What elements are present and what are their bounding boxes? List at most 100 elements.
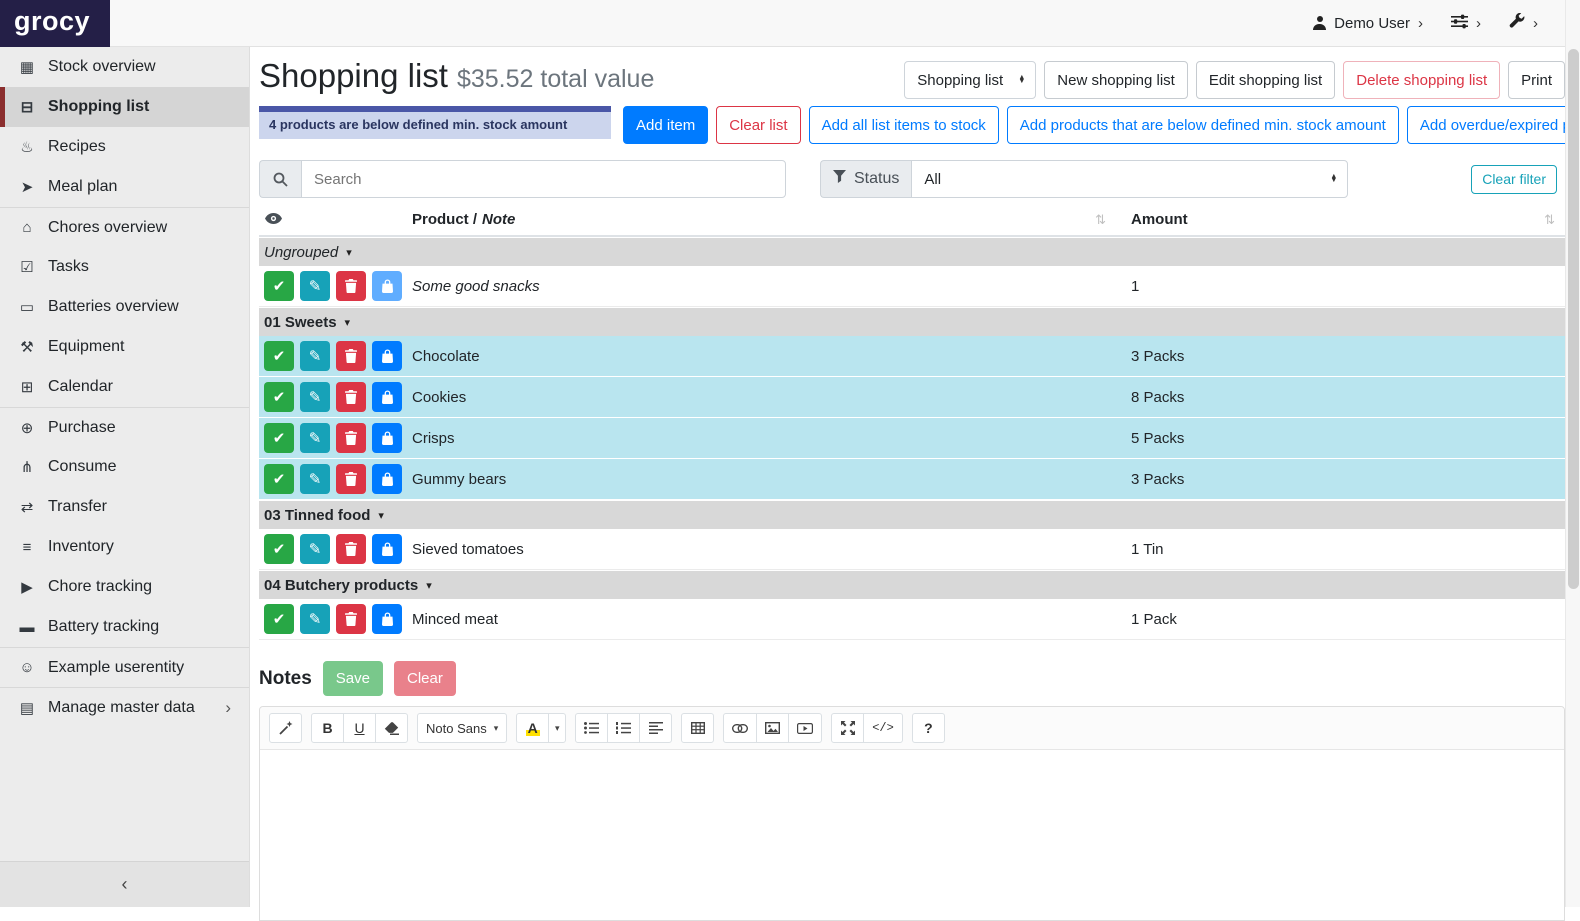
print-button[interactable]: Print (1508, 61, 1565, 99)
add-item-button[interactable]: Add item (623, 106, 708, 144)
delete-item-button[interactable] (336, 382, 366, 412)
notes-editor-area[interactable] (260, 750, 1564, 920)
edit-item-button[interactable]: ✎ (300, 423, 330, 453)
sidebar-item-example-userentity[interactable]: ☺ Example userentity (0, 647, 249, 687)
help-button[interactable]: ? (912, 713, 945, 743)
new-shopping-list-button[interactable]: New shopping list (1044, 61, 1188, 99)
font-family-dropdown[interactable]: Noto Sans▾ (417, 713, 507, 743)
text-color-dropdown[interactable]: ▾ (548, 713, 566, 743)
user-menu[interactable]: Demo User › (1313, 15, 1423, 32)
sort-icon[interactable]: ⇅ (1095, 212, 1128, 228)
clear-formatting-button[interactable] (375, 713, 408, 743)
style-magic-button[interactable] (269, 713, 302, 743)
product-column-header[interactable]: Product / Note ⇅ (409, 211, 1128, 228)
delete-item-button[interactable] (336, 423, 366, 453)
page-scrollbar[interactable] (1565, 0, 1580, 907)
edit-item-button[interactable]: ✎ (300, 534, 330, 564)
sidebar-item-battery-tracking[interactable]: ▬ Battery tracking (0, 607, 249, 647)
list-action-buttons: Add item Clear list Add all list items t… (623, 106, 1580, 144)
product-card-button[interactable] (372, 271, 402, 301)
insert-table-button[interactable] (681, 713, 714, 743)
add-overdue-button[interactable]: Add overdue/expired products (1407, 106, 1580, 144)
sidebar-item-inventory[interactable]: ≡ Inventory (0, 527, 249, 567)
sort-icon[interactable]: ⇅ (1544, 212, 1565, 228)
underline-button[interactable]: U (343, 713, 376, 743)
mark-done-button[interactable]: ✔ (264, 271, 294, 301)
add-below-min-stock-button[interactable]: Add products that are below defined min.… (1007, 106, 1399, 144)
delete-item-button[interactable] (336, 534, 366, 564)
delete-item-button[interactable] (336, 604, 366, 634)
mark-done-button[interactable]: ✔ (264, 534, 294, 564)
group-row-tinned-food[interactable]: 03 Tinned food ▾ (259, 501, 1565, 529)
sidebar-collapse-button[interactable]: ‹ (0, 861, 249, 907)
sidebar-item-consume[interactable]: ⋔ Consume (0, 447, 249, 487)
mark-done-button[interactable]: ✔ (264, 341, 294, 371)
product-card-button[interactable] (372, 604, 402, 634)
sidebar-item-stock-overview[interactable]: ▦ Stock overview (0, 47, 249, 87)
grocy-logo[interactable]: grocy (0, 0, 110, 47)
delete-item-button[interactable] (336, 464, 366, 494)
sidebar-item-transfer[interactable]: ⇄ Transfer (0, 487, 249, 527)
mark-done-button[interactable]: ✔ (264, 604, 294, 634)
sidebar-item-purchase[interactable]: ⊕ Purchase (0, 407, 249, 447)
ordered-list-button[interactable] (607, 713, 640, 743)
sidebar-item-meal-plan[interactable]: ➤ Meal plan (0, 167, 249, 207)
product-card-button[interactable] (372, 382, 402, 412)
product-card-button[interactable] (372, 464, 402, 494)
add-all-to-stock-button[interactable]: Add all list items to stock (809, 106, 999, 144)
notes-clear-button[interactable]: Clear (394, 661, 456, 696)
clear-list-button[interactable]: Clear list (716, 106, 800, 144)
edit-item-button[interactable]: ✎ (300, 382, 330, 412)
shopping-list-select[interactable]: Shopping list ▲▼ (904, 61, 1036, 99)
sidebar-item-chores-overview[interactable]: ⌂ Chores overview (0, 207, 249, 247)
pencil-icon: ✎ (309, 429, 322, 447)
edit-item-button[interactable]: ✎ (300, 464, 330, 494)
code-view-button[interactable]: </> (863, 713, 903, 743)
picture-icon (765, 722, 780, 734)
sidebar-item-manage-master-data[interactable]: ▤ Manage master data › (0, 687, 249, 727)
sidebar-item-label: Chore tracking (48, 578, 152, 596)
sidebar-item-equipment[interactable]: ⚒ Equipment (0, 327, 249, 367)
sidebar-item-chore-tracking[interactable]: ▶ Chore tracking (0, 567, 249, 607)
sidebar-item-calendar[interactable]: ⊞ Calendar (0, 367, 249, 407)
unordered-list-button[interactable] (575, 713, 608, 743)
sidebar-item-tasks[interactable]: ☑ Tasks (0, 247, 249, 287)
group-row-butchery-products[interactable]: 04 Butchery products ▾ (259, 571, 1565, 599)
check-icon: ✔ (273, 429, 286, 447)
insert-link-button[interactable] (723, 713, 757, 743)
text-color-button[interactable]: A (516, 713, 549, 743)
mark-done-button[interactable]: ✔ (264, 423, 294, 453)
product-card-button[interactable] (372, 341, 402, 371)
group-row-ungrouped[interactable]: Ungrouped ▾ (259, 238, 1565, 266)
notes-save-button[interactable]: Save (323, 661, 383, 696)
group-row-sweets[interactable]: 01 Sweets ▾ (259, 308, 1565, 336)
insert-picture-button[interactable] (756, 713, 789, 743)
search-input[interactable] (301, 160, 786, 198)
edit-item-button[interactable]: ✎ (300, 604, 330, 634)
delete-item-button[interactable] (336, 271, 366, 301)
mark-done-button[interactable]: ✔ (264, 382, 294, 412)
clear-filter-button[interactable]: Clear filter (1471, 165, 1557, 194)
edit-item-button[interactable]: ✎ (300, 341, 330, 371)
insert-video-button[interactable] (788, 713, 822, 743)
status-select[interactable]: All ▲▼ (911, 160, 1348, 198)
edit-shopping-list-button[interactable]: Edit shopping list (1196, 61, 1335, 99)
bold-button[interactable]: B (311, 713, 344, 743)
user-icon (1313, 16, 1326, 30)
fullscreen-button[interactable] (831, 713, 864, 743)
settings-menu[interactable]: › (1451, 14, 1481, 33)
edit-item-button[interactable]: ✎ (300, 271, 330, 301)
sidebar-item-recipes[interactable]: ♨ Recipes (0, 127, 249, 167)
sidebar-item-shopping-list[interactable]: ⊟ Shopping list (0, 87, 249, 127)
delete-shopping-list-button[interactable]: Delete shopping list (1343, 61, 1500, 99)
visibility-column-header[interactable] (259, 211, 409, 228)
product-card-button[interactable] (372, 534, 402, 564)
amount-column-header[interactable]: Amount ⇅ (1128, 211, 1565, 228)
scrollbar-thumb[interactable] (1568, 49, 1579, 589)
sidebar-item-batteries-overview[interactable]: ▭ Batteries overview (0, 287, 249, 327)
mark-done-button[interactable]: ✔ (264, 464, 294, 494)
delete-item-button[interactable] (336, 341, 366, 371)
product-card-button[interactable] (372, 423, 402, 453)
admin-menu[interactable]: › (1509, 13, 1538, 33)
paragraph-align-button[interactable] (639, 713, 672, 743)
